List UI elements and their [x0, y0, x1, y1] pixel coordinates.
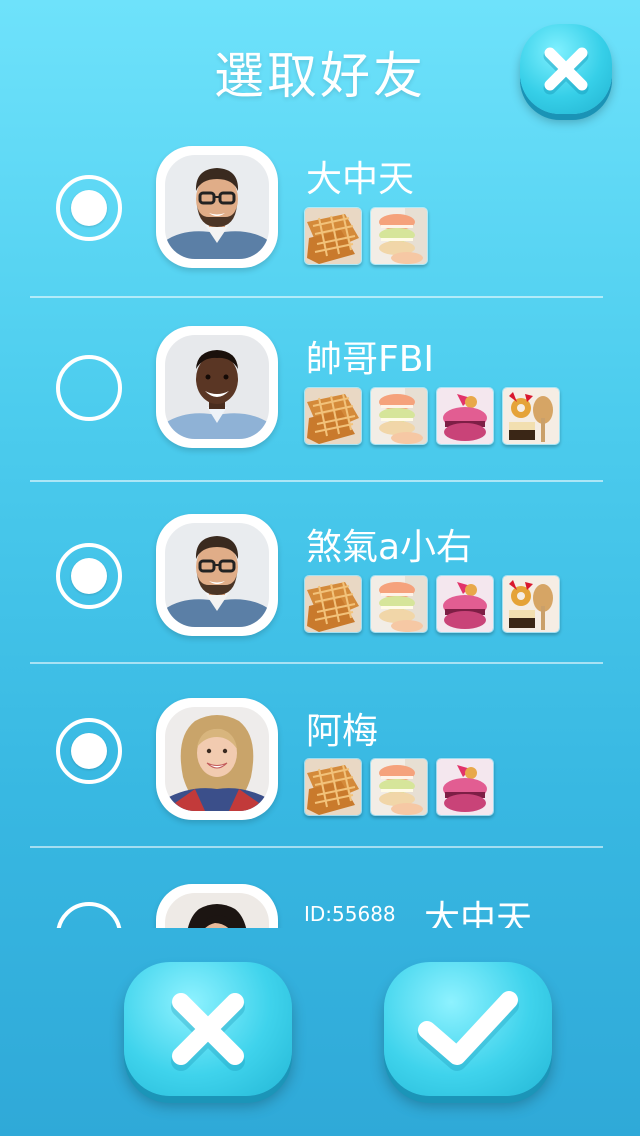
woman-blonde-avatar-icon — [165, 707, 269, 811]
friend-name: 阿梅 — [306, 711, 379, 752]
waffle-icon — [304, 758, 362, 816]
select-radio[interactable] — [56, 902, 122, 928]
pink-macaron-icon — [436, 758, 494, 816]
macaron-stack-icon — [370, 387, 428, 445]
check-icon — [417, 991, 519, 1071]
radio-dot — [71, 558, 107, 594]
friend-list[interactable]: 大中天 帥哥FBI 煞氣a小右 阿梅 ID:55688 大中天 — [0, 140, 640, 928]
waffle-icon — [304, 575, 362, 633]
friend-name: 煞氣a小右 — [306, 527, 473, 568]
select-radio-checked[interactable] — [56, 543, 122, 609]
friend-name: 大中天 — [306, 159, 415, 200]
avatar — [156, 326, 278, 448]
waffle-icon — [304, 207, 362, 265]
cancel-button[interactable] — [124, 962, 292, 1096]
pink-macaron-icon — [436, 575, 494, 633]
friend-name: 帥哥FBI — [306, 339, 435, 380]
x-icon — [171, 993, 245, 1071]
divider — [30, 296, 603, 298]
man-glasses-avatar-icon — [165, 523, 269, 627]
item-list — [304, 575, 560, 633]
donut-cake-icon — [502, 575, 560, 633]
select-radio-checked[interactable] — [56, 718, 122, 784]
pink-macaron-icon — [436, 387, 494, 445]
avatar — [156, 698, 278, 820]
avatar — [156, 884, 278, 928]
radio-dot — [71, 733, 107, 769]
macaron-stack-icon — [370, 758, 428, 816]
waffle-icon — [304, 387, 362, 445]
woman-dark-hair-avatar-icon — [165, 893, 269, 928]
friend-id: ID:55688 — [304, 902, 396, 926]
friend-name: 大中天 — [424, 899, 533, 928]
divider — [30, 846, 603, 848]
select-radio-checked[interactable] — [56, 175, 122, 241]
friend-row[interactable]: 煞氣a小右 — [0, 508, 640, 692]
friend-row[interactable]: 阿梅 — [0, 692, 640, 876]
radio-dot — [71, 190, 107, 226]
item-list — [304, 207, 428, 265]
item-list — [304, 758, 494, 816]
man-smiling-avatar-icon — [165, 335, 269, 439]
donut-cake-icon — [502, 387, 560, 445]
friend-row[interactable]: ID:55688 大中天 — [0, 880, 640, 928]
macaron-stack-icon — [370, 575, 428, 633]
confirm-button[interactable] — [384, 962, 552, 1096]
macaron-stack-icon — [370, 207, 428, 265]
close-button[interactable] — [520, 24, 612, 114]
friend-row[interactable]: 帥哥FBI — [0, 320, 640, 504]
avatar — [156, 514, 278, 636]
close-icon — [543, 47, 589, 95]
divider — [30, 662, 603, 664]
man-glasses-avatar-icon — [165, 155, 269, 259]
select-radio[interactable] — [56, 355, 122, 421]
avatar — [156, 146, 278, 268]
divider — [30, 480, 603, 482]
item-list — [304, 387, 560, 445]
